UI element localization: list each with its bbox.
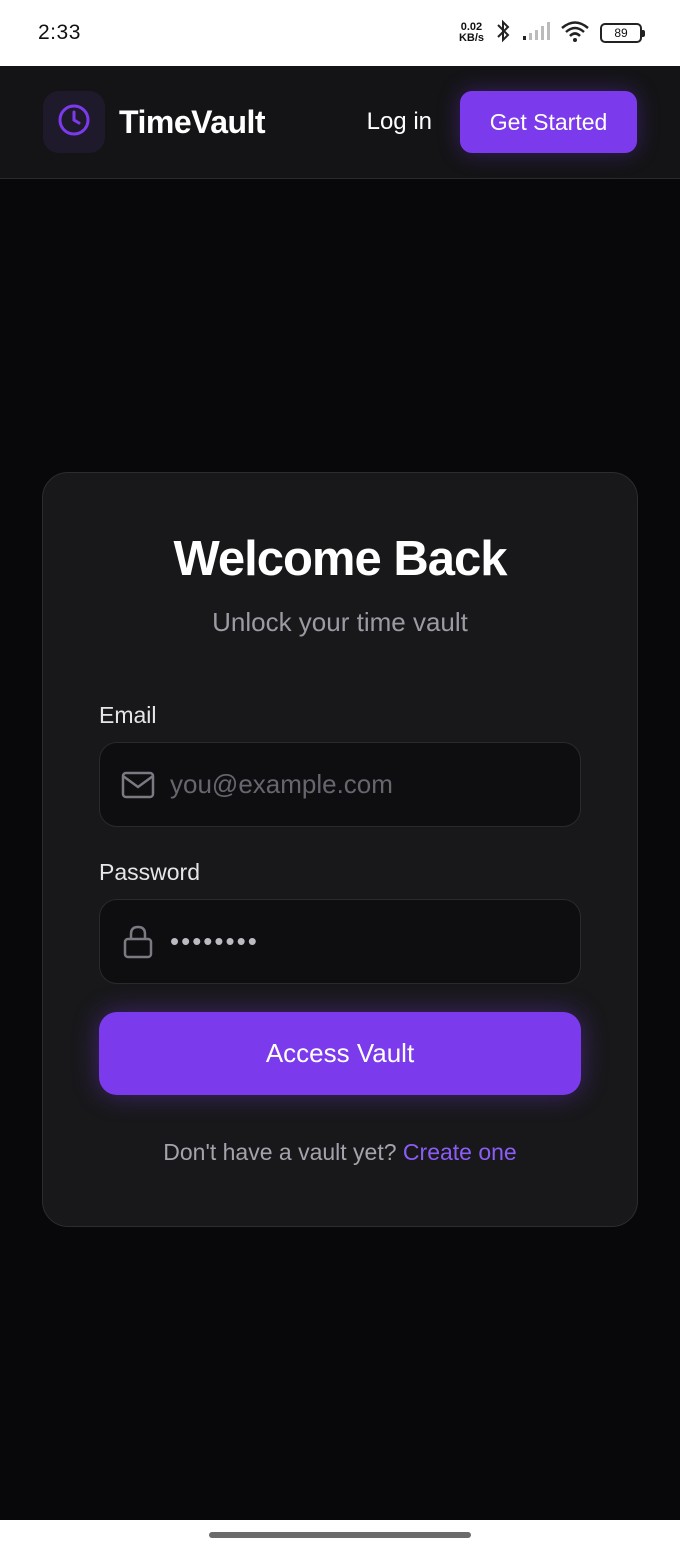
logo[interactable] — [43, 91, 105, 153]
signal-icon — [522, 21, 550, 46]
page-title: Welcome Back — [173, 532, 508, 586]
access-vault-button[interactable]: Access Vault — [99, 1012, 581, 1095]
mail-icon — [120, 767, 156, 803]
top-navbar: TimeVault Log in Get Started — [0, 66, 680, 179]
home-indicator[interactable] — [209, 1531, 471, 1538]
password-field-wrapper[interactable] — [99, 899, 581, 984]
page-subtitle: Unlock your time vault — [212, 607, 468, 637]
wifi-icon — [560, 20, 590, 47]
email-label: Email — [99, 702, 157, 728]
network-speed-unit: KB/s — [458, 32, 484, 44]
status-bar: 2:33 0.02 KB/s 89 — [0, 0, 680, 66]
bluetooth-icon — [494, 19, 512, 48]
password-input[interactable] — [170, 926, 560, 957]
status-time: 2:33 — [38, 21, 81, 44]
signup-prompt-text: Don't have a vault yet? — [163, 1139, 397, 1165]
login-link[interactable]: Log in — [367, 108, 432, 136]
login-card: Welcome Back Unlock your time vault Emai… — [42, 472, 638, 1227]
clock-icon — [57, 103, 91, 142]
create-vault-link[interactable]: Create one — [403, 1139, 517, 1165]
password-label: Password — [99, 859, 200, 885]
email-field-wrapper[interactable] — [99, 742, 581, 827]
status-icons: 0.02 KB/s 89 — [459, 19, 645, 48]
signup-prompt: Don't have a vault yet? Create one — [99, 1139, 581, 1166]
email-input[interactable] — [170, 769, 560, 800]
get-started-button[interactable]: Get Started — [460, 91, 637, 153]
battery-level: 89 — [614, 26, 628, 40]
system-navigation-bar — [0, 1520, 680, 1549]
lock-icon — [120, 924, 156, 960]
brand-name[interactable]: TimeVault — [119, 104, 266, 141]
battery-indicator: 89 — [600, 23, 645, 43]
network-speed: 0.02 KB/s — [459, 22, 484, 44]
